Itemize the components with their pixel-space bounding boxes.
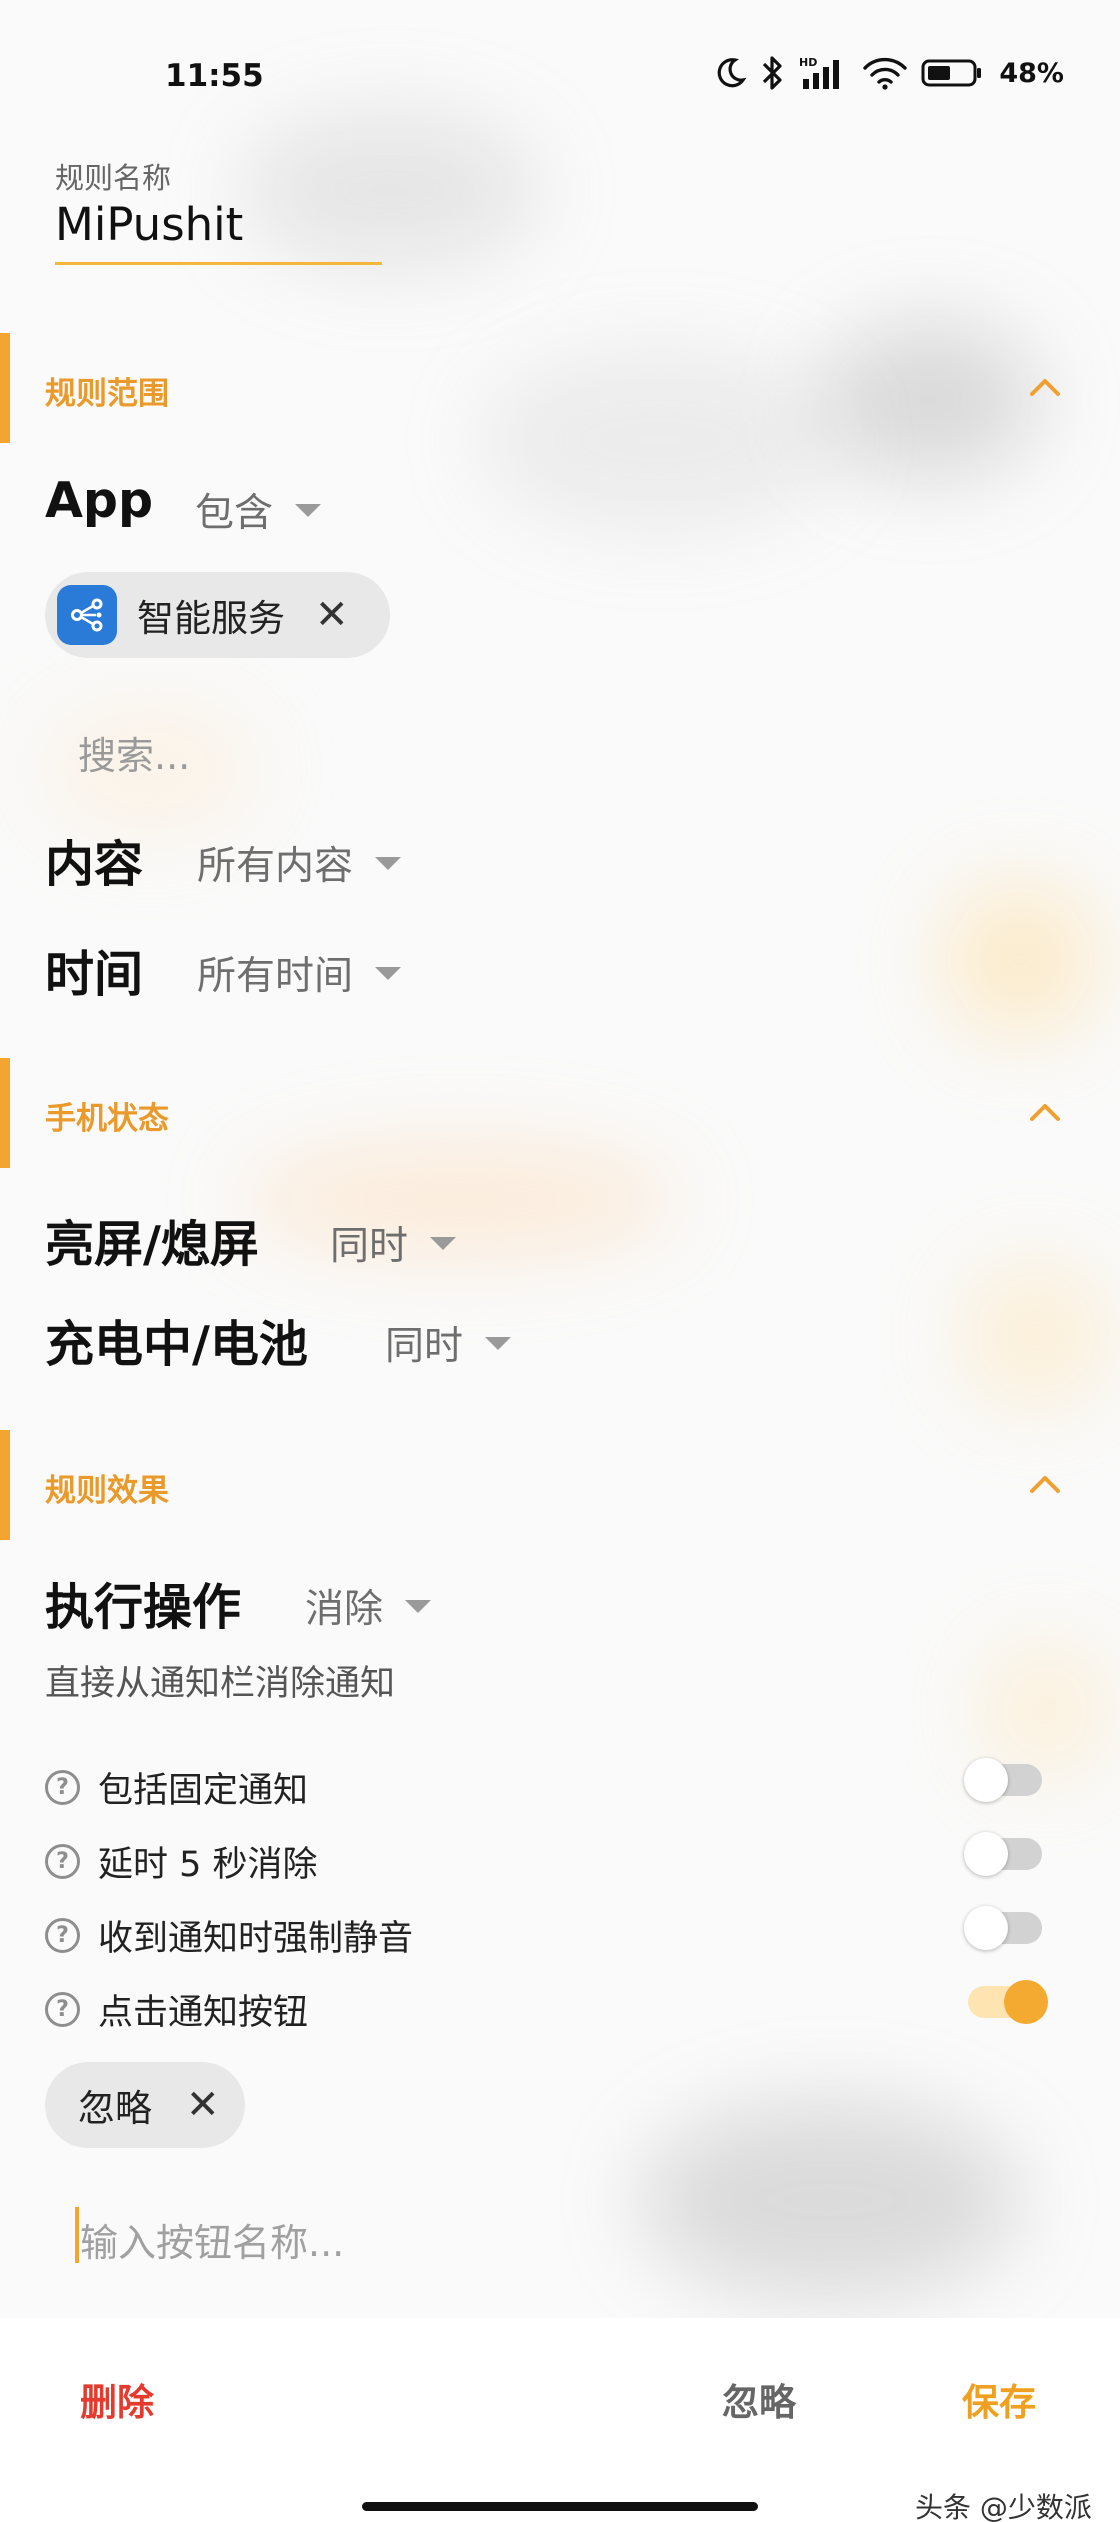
svg-text:HD: HD: [799, 56, 817, 69]
background-blur: [960, 1260, 1110, 1410]
section-title-effect: 规则效果: [45, 1473, 169, 1509]
toggle-knob: [1004, 1980, 1048, 2024]
app-mode-value: 包含: [195, 491, 274, 536]
time-label: 时间: [45, 946, 144, 1003]
rule-name-label: 规则名称: [55, 161, 172, 195]
battery-percentage: 48%: [999, 57, 1064, 89]
dropdown-arrow-icon: [485, 1336, 512, 1350]
option-row: ? 包括固定通知: [45, 1762, 308, 1813]
watermark: 头条 @少数派: [915, 2491, 1092, 2522]
content-label: 内容: [45, 836, 144, 893]
toggle-delay-dismiss[interactable]: [964, 1832, 1042, 1876]
action-label: 执行操作: [45, 1579, 242, 1636]
hd-signal-icon: HD: [799, 56, 840, 89]
rule-name-underline: [55, 262, 382, 265]
moon-icon: [718, 58, 747, 88]
save-button[interactable]: 保存: [962, 2372, 1036, 2426]
charging-state-label: 充电中/电池: [45, 1316, 308, 1373]
dropdown-arrow-icon: [375, 966, 402, 980]
content-dropdown[interactable]: 所有内容: [197, 835, 402, 891]
wifi-icon: [863, 57, 908, 90]
screen-state-dropdown[interactable]: 同时: [330, 1215, 457, 1271]
option-label: 点击通知按钮: [98, 1993, 309, 2033]
status-icons: HD 48%: [713, 54, 1064, 92]
option-row: ? 收到通知时强制静音: [45, 1910, 413, 1961]
background-blur: [980, 1640, 1110, 1780]
button-name-chip[interactable]: 忽略 ✕: [45, 2062, 245, 2148]
toggle-knob: [964, 1906, 1008, 1950]
app-label: App: [45, 472, 154, 529]
toggle-knob: [964, 1758, 1008, 1802]
charging-state-dropdown[interactable]: 同时: [385, 1315, 512, 1371]
bluetooth-icon: [763, 56, 782, 90]
background-blur: [940, 880, 1100, 1040]
section-title-phone-state: 手机状态: [45, 1101, 169, 1137]
help-icon[interactable]: ?: [45, 1844, 80, 1879]
app-search-input[interactable]: 搜索...: [78, 725, 190, 780]
toggle-force-mute[interactable]: [964, 1906, 1042, 1950]
option-label: 延时 5 秒消除: [98, 1845, 318, 1885]
option-row: ? 延时 5 秒消除: [45, 1836, 318, 1887]
action-dropdown[interactable]: 消除: [305, 1578, 432, 1634]
background-blur: [240, 110, 540, 270]
option-label: 收到通知时强制静音: [98, 1919, 414, 1959]
toggle-include-pinned[interactable]: [964, 1758, 1042, 1802]
selected-app-chip[interactable]: 智能服务 ✕: [45, 572, 390, 658]
dropdown-arrow-icon: [430, 1236, 457, 1250]
action-description: 直接从通知栏消除通知: [45, 1664, 396, 1704]
home-indicator[interactable]: [362, 2502, 758, 2511]
toggle-knob: [964, 1832, 1008, 1876]
chevron-up-icon[interactable]: [1028, 376, 1062, 398]
option-row: ? 点击通知按钮: [45, 1984, 308, 2035]
background-blur: [820, 320, 1040, 480]
content-value: 所有内容: [197, 844, 354, 889]
ignore-button[interactable]: 忽略: [722, 2372, 796, 2426]
background-blur: [240, 1140, 680, 1260]
button-name-chip-label: 忽略: [78, 2087, 152, 2130]
action-value: 消除: [305, 1587, 384, 1632]
section-title-scope: 规则范围: [45, 376, 169, 412]
dropdown-arrow-icon: [405, 1599, 432, 1613]
dropdown-arrow-icon: [295, 503, 322, 517]
screen-state-value: 同时: [330, 1224, 409, 1269]
remove-button-close-icon[interactable]: ✕: [186, 2082, 220, 2128]
battery-icon: [921, 59, 982, 87]
help-icon[interactable]: ?: [45, 1992, 80, 2027]
button-name-input[interactable]: 输入按钮名称...: [80, 2212, 344, 2267]
screen-state-label: 亮屏/熄屏: [45, 1216, 259, 1273]
toggle-click-button[interactable]: [968, 1980, 1048, 2024]
delete-button[interactable]: 删除: [80, 2372, 154, 2426]
remove-app-close-icon[interactable]: ✕: [315, 592, 349, 638]
time-value: 所有时间: [197, 954, 354, 999]
text-cursor: [75, 2207, 79, 2263]
dropdown-arrow-icon: [375, 856, 402, 870]
section-indicator: [0, 1058, 10, 1168]
background-blur: [640, 2100, 1020, 2300]
section-indicator: [0, 1430, 10, 1540]
app-mode-dropdown[interactable]: 包含: [195, 482, 322, 538]
selected-app-name: 智能服务: [137, 597, 285, 640]
chevron-up-icon[interactable]: [1028, 1473, 1062, 1495]
status-time: 11:55: [165, 58, 264, 94]
option-label: 包括固定通知: [98, 1771, 309, 1811]
charging-state-value: 同时: [385, 1324, 464, 1369]
time-dropdown[interactable]: 所有时间: [197, 945, 402, 1001]
section-indicator: [0, 333, 10, 443]
help-icon[interactable]: ?: [45, 1770, 80, 1805]
help-icon[interactable]: ?: [45, 1918, 80, 1953]
chevron-up-icon[interactable]: [1028, 1101, 1062, 1123]
smart-service-app-icon: [57, 585, 117, 645]
background-blur: [480, 350, 840, 530]
rule-name-input[interactable]: MiPushit: [55, 198, 243, 251]
